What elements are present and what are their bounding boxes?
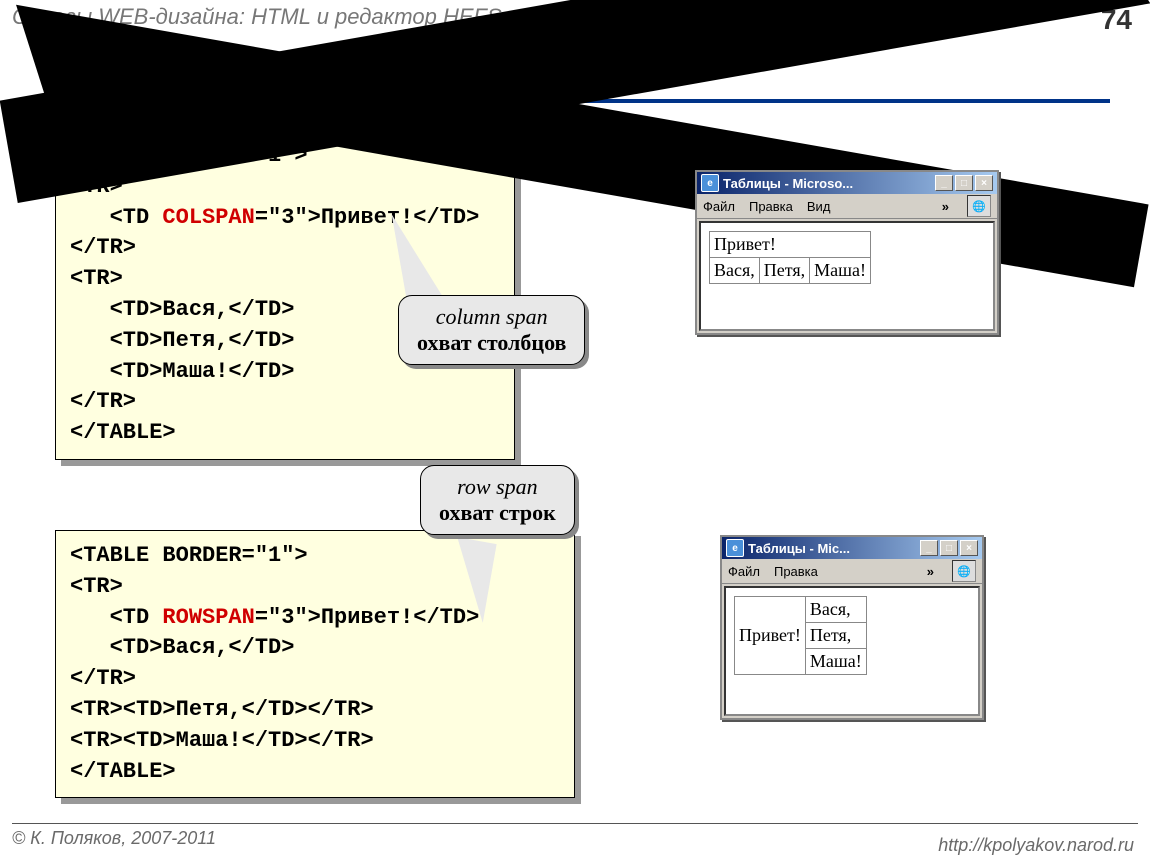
throbber-icon: 🌐 xyxy=(967,195,991,217)
close-icon[interactable]: × xyxy=(960,540,978,556)
code-block-rowspan: <TABLE BORDER="1"> <TR> <TD ROWSPAN="3">… xyxy=(55,530,575,798)
window-title: Таблицы - Mic... xyxy=(748,541,850,556)
chevron-icon[interactable]: » xyxy=(927,564,934,579)
maximize-icon[interactable]: □ xyxy=(955,175,973,191)
throbber-icon: 🌐 xyxy=(952,560,976,582)
minimize-icon[interactable]: _ xyxy=(920,540,938,556)
ie-icon: e xyxy=(726,539,744,557)
chevron-icon[interactable]: » xyxy=(942,199,949,214)
window-title: Таблицы - Microso... xyxy=(723,176,853,191)
close-icon[interactable]: × xyxy=(975,175,993,191)
result-table: Привет!Вася, Петя, Маша! xyxy=(734,596,867,675)
result-table: Привет! Вася, Петя, Маша! xyxy=(709,231,871,284)
maximize-icon[interactable]: □ xyxy=(940,540,958,556)
minimize-icon[interactable]: _ xyxy=(935,175,953,191)
menu-edit[interactable]: Правка xyxy=(774,564,818,579)
menu-file[interactable]: Файл xyxy=(703,199,735,214)
menu-edit[interactable]: Правка xyxy=(749,199,793,214)
preview-window-rowspan: e Таблицы - Mic... _ □ × Файл Правка » 🌐… xyxy=(720,535,984,720)
annotation-colspan: column span охват столбцов xyxy=(398,295,585,365)
preview-window-colspan: e Таблицы - Microso... _ □ × Файл Правка… xyxy=(695,170,999,335)
footer-url: http://kpolyakov.narod.ru xyxy=(938,835,1134,856)
menu-file[interactable]: Файл xyxy=(728,564,760,579)
annotation-rowspan: row span охват строк xyxy=(420,465,575,535)
menu-view[interactable]: Вид xyxy=(807,199,831,214)
ie-icon: e xyxy=(701,174,719,192)
footer-copyright: © К. Поляков, 2007-2011 xyxy=(12,828,216,848)
